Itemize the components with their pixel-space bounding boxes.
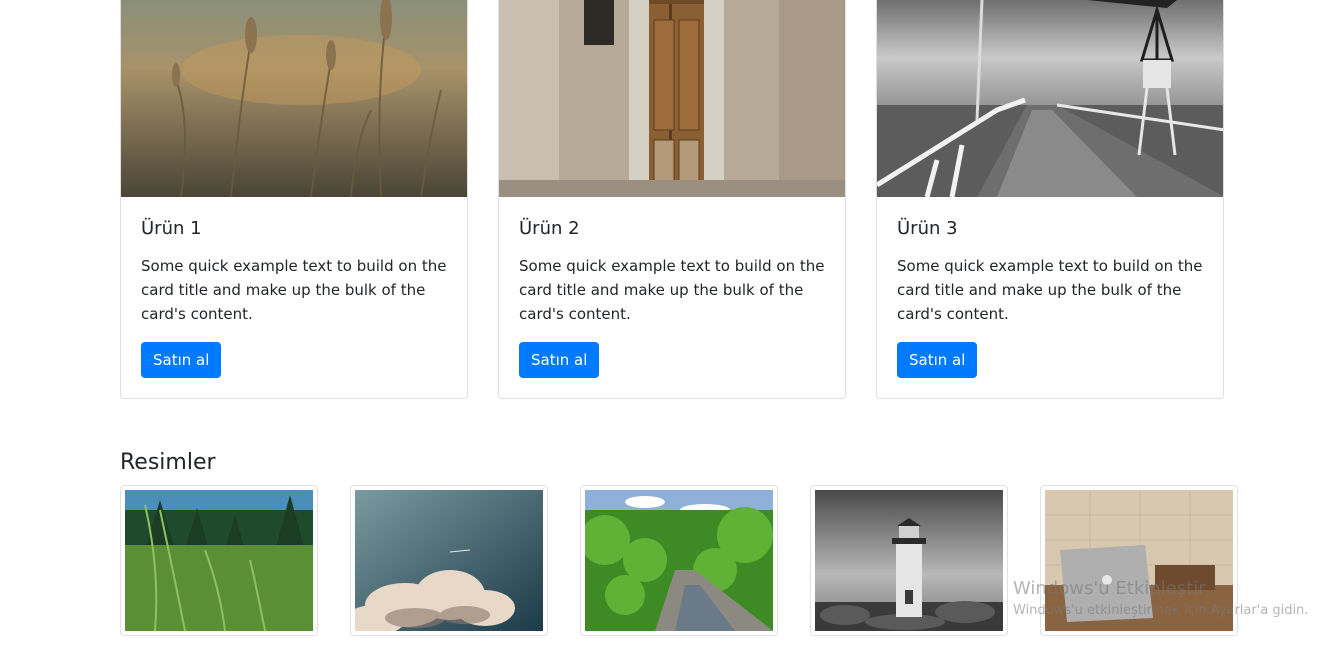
gallery-thumbnail-4[interactable]	[810, 485, 1008, 636]
product-title: Ürün 3	[897, 218, 958, 239]
product-description: Some quick example text to build on the …	[141, 257, 447, 323]
product-title: Ürün 1	[141, 218, 202, 239]
product-cards: Ürün 1 Some quick example text to build …	[120, 0, 1230, 399]
clouds-photo	[355, 490, 543, 631]
buy-button[interactable]: Satın al	[519, 342, 600, 378]
product-description: Some quick example text to build on the …	[519, 257, 825, 323]
watermark-title: Windows'u Etkinleştir	[1013, 578, 1206, 599]
gallery-thumbnail-2[interactable]	[350, 485, 548, 636]
buy-button[interactable]: Satın al	[141, 342, 222, 378]
wheat-field-photo	[121, 0, 467, 197]
pier-photo	[877, 0, 1223, 197]
gallery-thumbnail-1[interactable]	[120, 485, 318, 636]
windows-activation-watermark: Windows'u Etkinleştir Windows'u etkinleş…	[1013, 578, 1308, 620]
grass-photo	[125, 490, 313, 631]
lighthouse-photo	[815, 490, 1003, 631]
product-card-2: Ürün 2 Some quick example text to build …	[498, 0, 846, 399]
product-title: Ürün 2	[519, 218, 580, 239]
wooden-door-photo	[499, 0, 845, 197]
product-card-3: Ürün 3 Some quick example text to build …	[876, 0, 1224, 399]
product-card-1: Ürün 1 Some quick example text to build …	[120, 0, 468, 399]
forest-river-photo	[585, 490, 773, 631]
buy-button[interactable]: Satın al	[897, 342, 978, 378]
watermark-subtitle: Windows'u etkinleştirmek için Ayarlar'a …	[1013, 603, 1309, 618]
gallery-title: Resimler	[120, 450, 216, 475]
gallery-thumbnail-3[interactable]	[580, 485, 778, 636]
product-description: Some quick example text to build on the …	[897, 257, 1203, 323]
